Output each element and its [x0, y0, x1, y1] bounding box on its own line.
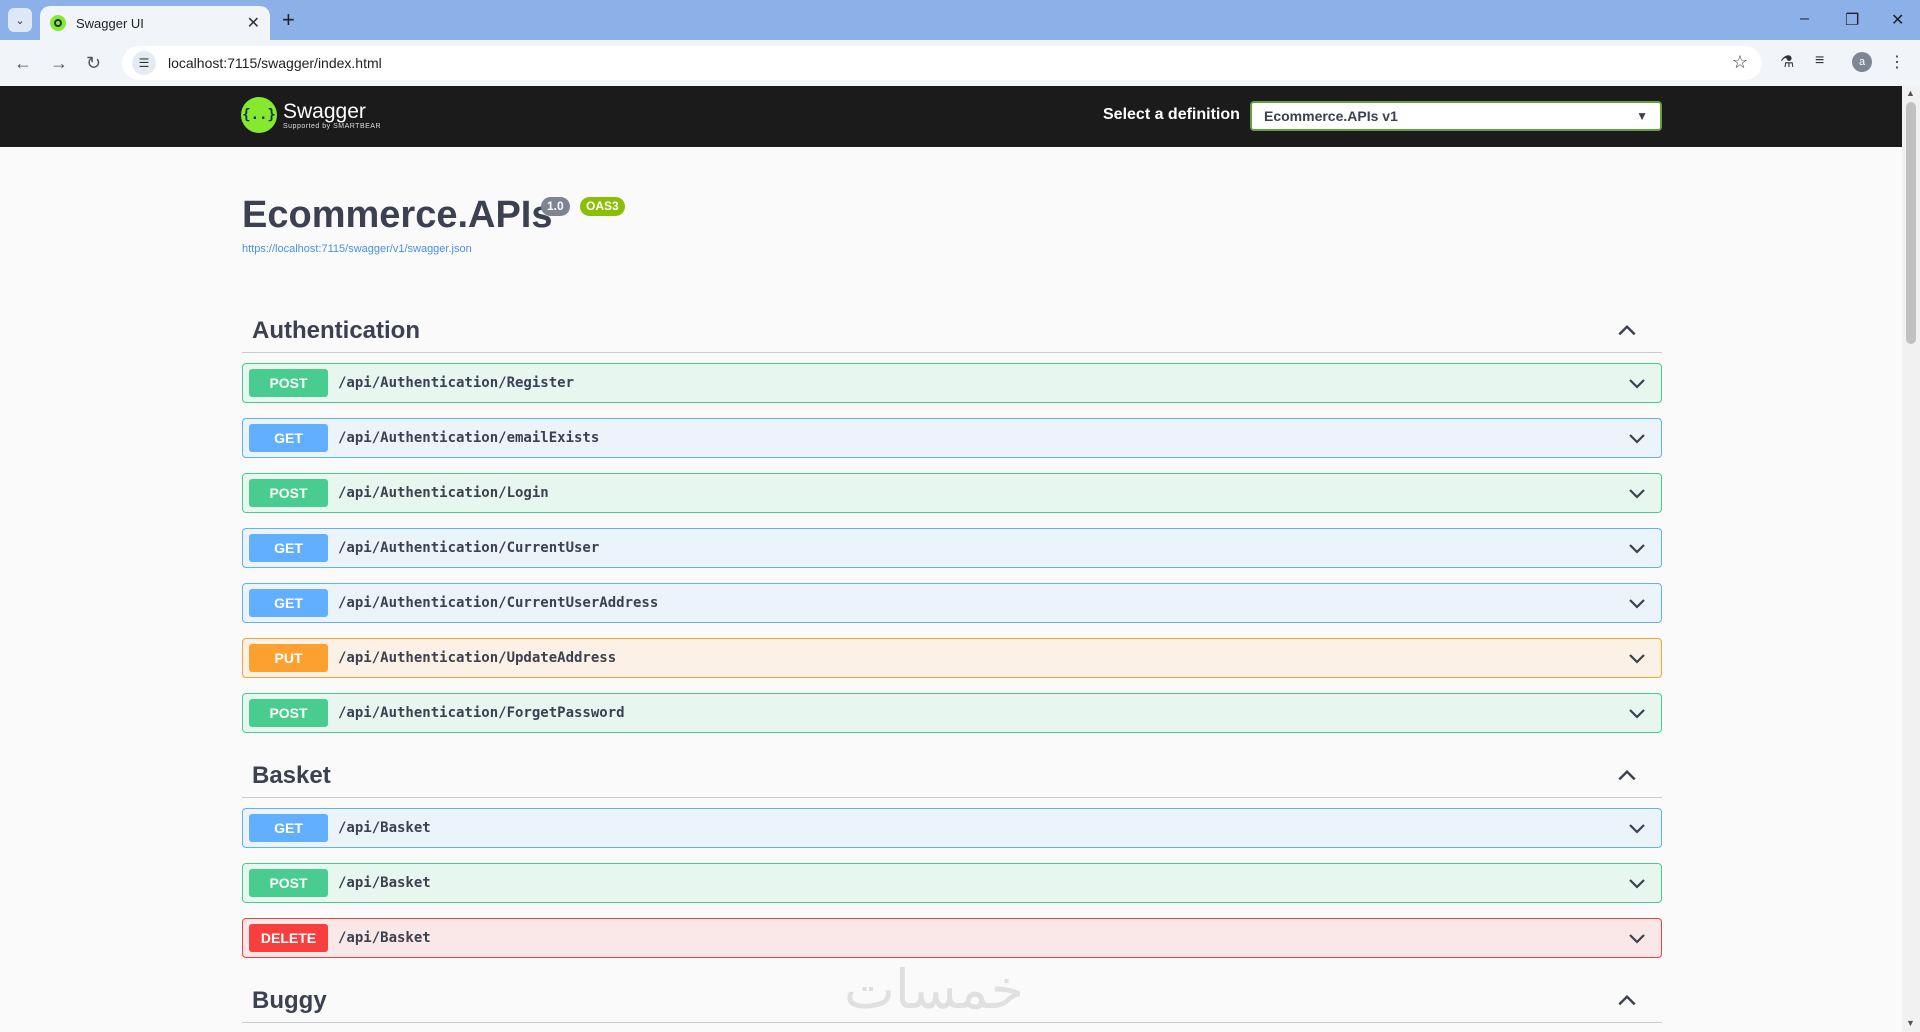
- operation-row[interactable]: GET/api/Basket: [242, 808, 1662, 848]
- method-badge: GET: [249, 589, 328, 617]
- operation-row[interactable]: GET/api/Authentication/CurrentUser: [242, 528, 1662, 568]
- oas-badge: OAS3: [580, 197, 625, 216]
- url-text[interactable]: localhost:7115/swagger/index.html: [168, 55, 382, 71]
- chevron-up-icon[interactable]: [1616, 764, 1638, 786]
- expand-chevron-down-icon[interactable]: [1627, 703, 1647, 723]
- operation-path: /api/Basket: [338, 875, 431, 891]
- close-tab-icon[interactable]: ✕: [247, 13, 260, 33]
- close-window-icon[interactable]: ✕: [1891, 10, 1904, 30]
- section-header-basket[interactable]: Basket: [242, 754, 1662, 798]
- media-queue-icon[interactable]: ≡: [1815, 52, 1824, 70]
- chevron-up-icon[interactable]: [1616, 989, 1638, 1011]
- section-title: Authentication: [252, 317, 420, 344]
- operation-path: /api/Authentication/UpdateAddress: [338, 650, 617, 666]
- expand-chevron-down-icon[interactable]: [1627, 928, 1647, 948]
- tab-title: Swagger UI: [76, 15, 144, 31]
- operation-path: /api/Authentication/ForgetPassword: [338, 705, 625, 721]
- operation-row[interactable]: POST/api/Authentication/Login: [242, 473, 1662, 513]
- expand-chevron-down-icon[interactable]: [1627, 593, 1647, 613]
- operation-row[interactable]: GET/api/Authentication/emailExists: [242, 418, 1662, 458]
- section-header-authentication[interactable]: Authentication: [242, 309, 1662, 353]
- method-badge: POST: [249, 479, 328, 507]
- method-badge: POST: [249, 869, 328, 897]
- definition-select[interactable]: Ecommerce.APIs v1 ▼: [1250, 101, 1662, 131]
- operation-row[interactable]: GET/api/Authentication/CurrentUserAddres…: [242, 583, 1662, 623]
- logo-text: Swagger: [283, 99, 366, 123]
- chevron-down-icon: ⌄: [15, 14, 25, 27]
- operation-path: /api/Authentication/emailExists: [338, 430, 600, 446]
- method-badge: GET: [249, 814, 328, 842]
- method-badge: POST: [249, 369, 328, 397]
- labs-flask-icon[interactable]: ⚗: [1780, 52, 1794, 72]
- browser-tab[interactable]: Swagger UI ✕: [40, 6, 270, 40]
- forward-icon[interactable]: →: [50, 53, 68, 73]
- expand-chevron-down-icon[interactable]: [1627, 538, 1647, 558]
- expand-chevron-down-icon[interactable]: [1627, 873, 1647, 893]
- section-title: Basket: [252, 762, 331, 789]
- method-badge: DELETE: [249, 924, 328, 952]
- operation-path: /api/Authentication/CurrentUser: [338, 540, 600, 556]
- page-scrollbar[interactable]: ▲ ▼: [1902, 86, 1920, 1032]
- operation-row[interactable]: POST/api/Authentication/ForgetPassword: [242, 693, 1662, 733]
- select-definition-label: Select a definition: [1103, 106, 1240, 123]
- chevron-down-icon: ▼: [1636, 109, 1648, 123]
- operation-path: /api/Authentication/CurrentUserAddress: [338, 595, 659, 611]
- menu-dots-icon[interactable]: ⋮: [1889, 52, 1905, 72]
- expand-chevron-down-icon[interactable]: [1627, 428, 1647, 448]
- watermark: خمسات: [844, 958, 1025, 1021]
- method-badge: GET: [249, 424, 328, 452]
- operation-path: /api/Authentication/Register: [338, 375, 575, 391]
- chevron-up-icon[interactable]: [1616, 319, 1638, 341]
- profile-avatar[interactable]: a: [1852, 52, 1872, 72]
- swagger-topbar: {..} Swagger Supported by SMARTBEAR Sele…: [0, 86, 1902, 147]
- expand-chevron-down-icon[interactable]: [1627, 483, 1647, 503]
- scroll-up-arrow-icon[interactable]: ▲: [1906, 88, 1915, 98]
- method-badge: GET: [249, 534, 328, 562]
- swagger-logo[interactable]: {..} Swagger Supported by SMARTBEAR: [241, 97, 381, 133]
- new-tab-button[interactable]: +: [282, 8, 295, 32]
- operation-path: /api/Basket: [338, 930, 431, 946]
- scroll-down-arrow-icon[interactable]: ▼: [1906, 1018, 1915, 1028]
- site-info-icon[interactable]: ☰: [132, 51, 156, 75]
- minimize-icon[interactable]: –: [1800, 10, 1809, 28]
- section-title: Buggy: [252, 987, 327, 1014]
- tab-search-button[interactable]: ⌄: [8, 8, 32, 32]
- operation-path: /api/Authentication/Login: [338, 485, 549, 501]
- swagger-favicon-icon: [50, 15, 66, 31]
- scrollbar-thumb[interactable]: [1906, 102, 1916, 344]
- operation-row[interactable]: POST/api/Authentication/Register: [242, 363, 1662, 403]
- restore-icon[interactable]: ❐: [1845, 10, 1859, 30]
- logo-subtext: Supported by SMARTBEAR: [283, 122, 382, 130]
- operation-path: /api/Basket: [338, 820, 431, 836]
- method-badge: POST: [249, 699, 328, 727]
- version-badge: 1.0: [541, 197, 570, 216]
- operation-row[interactable]: POST/api/Basket: [242, 863, 1662, 903]
- api-title: Ecommerce.APIs: [242, 194, 553, 236]
- definition-select-value: Ecommerce.APIs v1: [1264, 108, 1398, 124]
- browser-toolbar: ← → ↻ ☰ localhost:7115/swagger/index.htm…: [0, 40, 1920, 86]
- expand-chevron-down-icon[interactable]: [1627, 818, 1647, 838]
- operation-row[interactable]: DELETE/api/Basket: [242, 918, 1662, 958]
- reload-icon[interactable]: ↻: [86, 53, 101, 73]
- expand-chevron-down-icon[interactable]: [1627, 373, 1647, 393]
- back-icon[interactable]: ←: [14, 53, 32, 73]
- operation-row[interactable]: PUT/api/Authentication/UpdateAddress: [242, 638, 1662, 678]
- bookmark-star-icon[interactable]: ☆: [1732, 52, 1748, 73]
- browser-tab-bar: ⌄ Swagger UI ✕ + – ❐ ✕: [0, 0, 1920, 40]
- method-badge: PUT: [249, 644, 328, 672]
- address-bar[interactable]: ☰ localhost:7115/swagger/index.html ☆: [122, 46, 1762, 80]
- spec-url-link[interactable]: https://localhost:7115/swagger/v1/swagge…: [242, 243, 472, 255]
- expand-chevron-down-icon[interactable]: [1627, 648, 1647, 668]
- swagger-logo-icon: {..}: [241, 97, 277, 133]
